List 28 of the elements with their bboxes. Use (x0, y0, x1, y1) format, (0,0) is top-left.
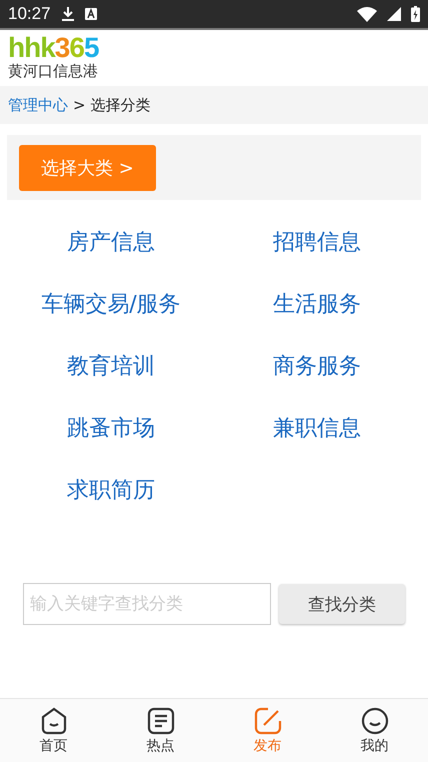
category-link[interactable]: 教育培训 (8, 351, 214, 381)
site-logo: hhk365 黄河口信息港 (8, 37, 99, 79)
tab[interactable]: 我的 (321, 699, 428, 762)
tab[interactable]: 首页 (0, 699, 107, 762)
breadcrumb-current: 选择分类 (90, 96, 151, 114)
edit-icon (254, 706, 282, 734)
tab[interactable]: 发布 (214, 699, 321, 762)
breadcrumb-separator: > (73, 96, 86, 114)
category-link[interactable]: 房产信息 (8, 227, 214, 257)
wifi-icon (357, 6, 377, 22)
signal-icon (387, 7, 401, 21)
home-icon (40, 706, 68, 734)
document-icon (146, 706, 174, 734)
font-icon (84, 8, 97, 20)
category-link[interactable]: 车辆交易/服务 (8, 289, 214, 319)
category-link[interactable]: 招聘信息 (214, 227, 420, 257)
category-link[interactable]: 跳蚤市场 (8, 413, 214, 443)
category-link[interactable]: 兼职信息 (214, 413, 420, 443)
category-link[interactable]: 生活服务 (214, 289, 420, 319)
smile-icon (360, 706, 388, 734)
search-button[interactable]: 查找分类 (279, 584, 405, 624)
category-link[interactable]: 求职简历 (8, 475, 214, 505)
tab[interactable]: 热点 (107, 699, 214, 762)
clock: 10:27 (8, 4, 51, 24)
battery-icon (411, 6, 420, 22)
category-link[interactable]: 商务服务 (214, 351, 420, 381)
download-icon (60, 6, 75, 22)
breadcrumb-link[interactable]: 管理中心 (8, 96, 68, 114)
